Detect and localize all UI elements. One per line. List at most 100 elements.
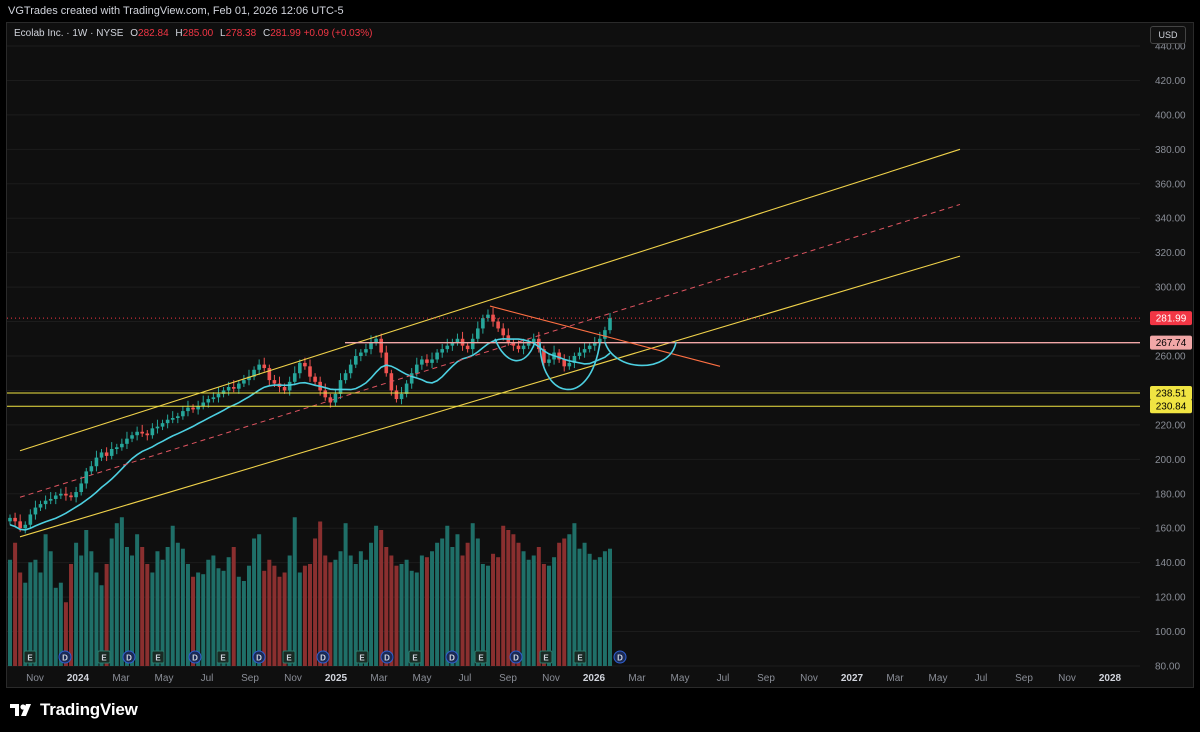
volume-bar xyxy=(460,555,465,666)
x-tick-label: Mar xyxy=(112,673,130,684)
candle-body xyxy=(465,345,470,350)
x-tick-label: 2025 xyxy=(325,673,348,684)
candle-body xyxy=(140,431,145,434)
event-marker-label: D xyxy=(449,654,455,663)
y-tick-label: 380.00 xyxy=(1155,145,1186,156)
volume-bar xyxy=(404,559,409,666)
price-chart[interactable]: 440.00420.00400.00380.00360.00340.00320.… xyxy=(0,0,1200,732)
event-marker-label: E xyxy=(220,654,226,663)
volume-bar xyxy=(536,547,541,666)
x-tick-label: Mar xyxy=(370,673,388,684)
candle-body xyxy=(94,457,99,467)
candle-body xyxy=(287,381,292,391)
candle-body xyxy=(348,364,353,374)
candle-body xyxy=(237,383,241,389)
candle-body xyxy=(501,328,506,336)
candle-body xyxy=(109,449,114,456)
event-marker-label: E xyxy=(359,654,365,663)
change-value: +0.09 (+0.03%) xyxy=(303,28,373,39)
candle-body xyxy=(308,366,312,377)
volume-bar xyxy=(374,525,379,666)
volume-bar xyxy=(33,559,38,666)
volume-bar xyxy=(577,548,582,666)
candle-body xyxy=(608,318,612,331)
candle-body xyxy=(18,521,22,529)
candle-body xyxy=(343,373,348,381)
candle-body xyxy=(38,504,43,508)
volume-bar xyxy=(313,538,318,666)
volume-bar xyxy=(399,564,404,666)
x-tick-label: May xyxy=(155,673,174,684)
event-marker-label: E xyxy=(577,654,583,663)
candle-body xyxy=(201,402,206,406)
volume-bar xyxy=(430,551,435,666)
candle-body xyxy=(333,393,338,403)
volume-bar xyxy=(516,542,521,666)
price-label-text: 230.84 xyxy=(1156,402,1187,413)
candle-body xyxy=(409,373,414,384)
volume-bar xyxy=(124,547,129,666)
volume-bar xyxy=(18,572,23,666)
volume-bar xyxy=(491,553,496,666)
channel-lower-line xyxy=(19,255,961,538)
candle-body xyxy=(486,314,490,319)
volume-bar xyxy=(114,523,119,666)
x-tick-label: Nov xyxy=(284,673,302,684)
volume-bar xyxy=(440,538,445,666)
symbol-legend[interactable]: Ecolab Inc. · 1W · NYSE O282.84 H285.00 … xyxy=(14,28,373,39)
volume-bar xyxy=(8,559,12,666)
volume-bar xyxy=(419,555,424,666)
volume-bar xyxy=(13,542,18,666)
candle-body xyxy=(430,359,434,363)
candle-body xyxy=(8,517,12,522)
volume-bar xyxy=(277,576,282,666)
candle-body xyxy=(445,345,450,350)
volume-bar xyxy=(348,555,353,666)
event-marker-label: D xyxy=(384,654,390,663)
candle-body xyxy=(313,376,317,382)
candle-body xyxy=(282,387,287,391)
candle-body xyxy=(43,500,48,505)
volume-bar xyxy=(109,538,114,666)
tradingview-logo[interactable]: TradingView xyxy=(10,700,138,720)
candle-body xyxy=(567,362,572,367)
volume-bar xyxy=(597,557,602,666)
volume-bar xyxy=(241,581,246,666)
price-label-text: 281.99 xyxy=(1156,314,1187,325)
candle-body xyxy=(516,345,521,350)
candle-body xyxy=(257,364,261,370)
candle-body xyxy=(598,338,602,343)
x-tick-label: Sep xyxy=(241,673,259,684)
x-tick-label: Nov xyxy=(542,673,560,684)
x-tick-label: Sep xyxy=(757,673,775,684)
candle-body xyxy=(547,359,551,363)
y-tick-label: 140.00 xyxy=(1155,558,1186,569)
candle-body xyxy=(175,416,180,418)
candle-body xyxy=(99,452,104,458)
volume-bar xyxy=(140,547,145,666)
candle-body xyxy=(384,352,389,374)
candle-body xyxy=(435,352,439,360)
volume-bar xyxy=(119,517,124,666)
volume-bar xyxy=(165,547,170,666)
volume-bar xyxy=(389,555,394,666)
currency-button[interactable]: USD xyxy=(1150,26,1186,44)
volume-bar xyxy=(28,562,33,666)
candle-body xyxy=(33,507,38,515)
volume-bar xyxy=(48,551,53,666)
candle-body xyxy=(587,345,592,350)
volume-bar xyxy=(582,542,587,666)
x-tick-label: 2027 xyxy=(841,673,864,684)
candle-body xyxy=(216,393,221,398)
volume-bar xyxy=(180,548,185,666)
x-tick-label: May xyxy=(929,673,948,684)
symbol-name[interactable]: Ecolab Inc. · 1W · NYSE xyxy=(14,28,123,39)
volume-bar xyxy=(531,555,536,666)
candle-body xyxy=(262,364,267,369)
volume-bar xyxy=(272,565,277,666)
candle-body xyxy=(531,338,536,343)
candle-body xyxy=(79,483,83,493)
volume-bar xyxy=(445,525,450,666)
volume-bar xyxy=(379,530,384,666)
volume-bar xyxy=(297,572,302,666)
